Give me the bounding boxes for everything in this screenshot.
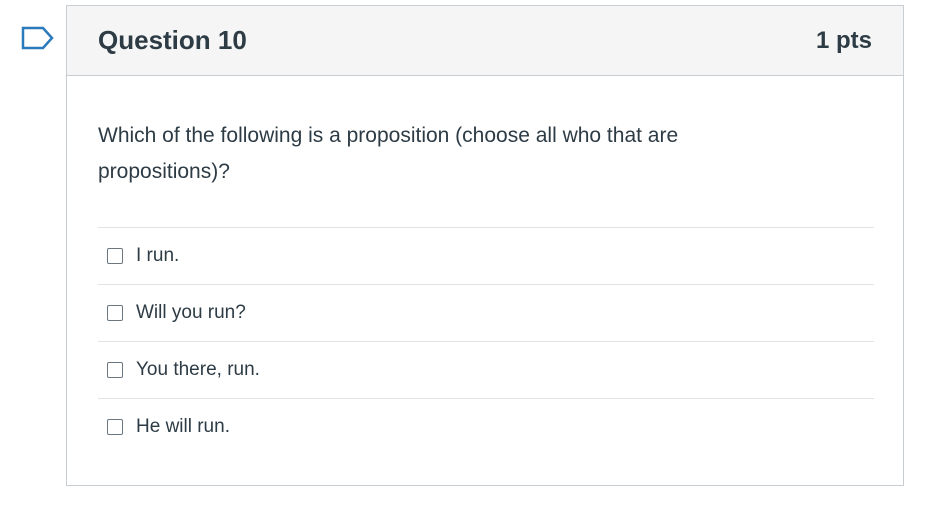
answer-checkbox[interactable]	[107, 305, 123, 321]
answer-option[interactable]: Will you run?	[98, 284, 874, 341]
answer-checkbox[interactable]	[107, 362, 123, 378]
answer-label[interactable]: You there, run.	[136, 359, 260, 381]
answer-label[interactable]: Will you run?	[136, 302, 246, 324]
answer-checkbox[interactable]	[107, 248, 123, 264]
question-points: 1 pts	[815, 27, 872, 54]
answer-checkbox[interactable]	[107, 419, 123, 435]
answer-label[interactable]: He will run.	[136, 416, 230, 438]
answer-option[interactable]: He will run.	[98, 398, 874, 455]
answer-option[interactable]: You there, run.	[98, 341, 874, 398]
question-title: Question 10	[98, 25, 247, 55]
question-header: Question 10 1 pts	[67, 6, 903, 76]
question-card: Question 10 1 pts Which of the following…	[66, 5, 904, 486]
answer-option[interactable]: I run.	[98, 227, 874, 284]
flag-question-icon[interactable]	[21, 26, 55, 50]
answer-list: I run. Will you run? You there, run. He …	[98, 227, 874, 455]
answer-label[interactable]: I run.	[136, 245, 179, 267]
question-text: Which of the following is a proposition …	[98, 124, 679, 183]
